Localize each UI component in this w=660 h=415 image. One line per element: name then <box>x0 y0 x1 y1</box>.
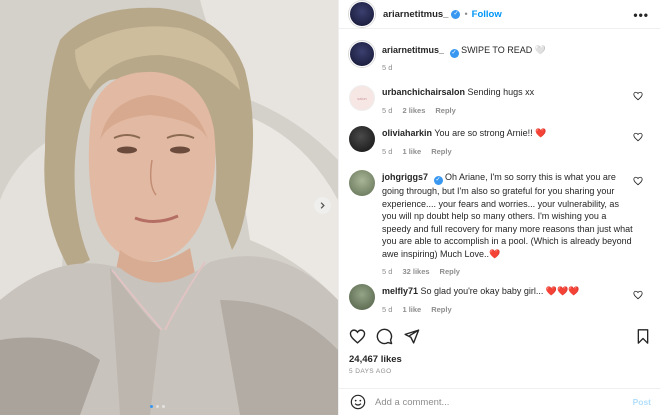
header-separator: • <box>464 9 468 19</box>
comment-item: johgriggs7 ✓ Oh Ariane, I'm so sorry thi… <box>349 170 649 279</box>
like-comment-heart-icon[interactable] <box>633 132 643 142</box>
carousel-dot <box>156 405 159 408</box>
caption-avatar[interactable] <box>349 41 375 67</box>
caption-text: SWIPE TO READ 🤍 <box>461 45 546 55</box>
comment-item: melfly71 So glad you're okay baby girl..… <box>349 284 649 316</box>
comment-username[interactable]: melfly71 <box>382 286 418 296</box>
carousel-next-button[interactable] <box>314 197 331 214</box>
likes-count[interactable]: 24,467 likes <box>349 354 402 365</box>
follow-button[interactable]: Follow <box>472 9 502 20</box>
caption-age: 5 d <box>382 63 393 72</box>
comment-text: Oh Ariane, I'm so sorry this is what you… <box>382 172 633 259</box>
comment-username[interactable]: oliviaharkin <box>382 128 432 138</box>
comment-text: So glad you're okay baby girl... ❤️❤️❤️ <box>420 286 580 296</box>
comment-likes[interactable]: 2 likes <box>402 105 425 118</box>
post-side-panel: ariarnetitmus_ ✓ • Follow ••• ariarnetit… <box>338 0 660 415</box>
chevron-right-icon <box>320 202 325 209</box>
author-avatar[interactable] <box>349 1 375 27</box>
share-icon[interactable] <box>403 328 420 345</box>
post-comment-button[interactable]: Post <box>633 397 651 407</box>
commenter-avatar[interactable] <box>349 284 375 310</box>
add-comment-bar: Post <box>339 388 660 415</box>
comment-username[interactable]: urbanchichairsalon <box>382 87 465 97</box>
comment-text: You are so strong Arnie!! ❤️ <box>434 128 547 138</box>
comment-age: 5 d <box>382 267 393 276</box>
like-comment-heart-icon[interactable] <box>633 290 643 300</box>
reply-button[interactable]: Reply <box>431 146 451 159</box>
comment-icon[interactable] <box>376 328 393 345</box>
like-comment-heart-icon[interactable] <box>633 91 643 101</box>
carousel-dot <box>150 405 153 408</box>
comment-likes[interactable]: 1 like <box>402 304 421 317</box>
reply-button[interactable]: Reply <box>431 304 451 317</box>
photo-scene <box>0 0 338 415</box>
heart-icon[interactable] <box>349 328 366 345</box>
post-header: ariarnetitmus_ ✓ • Follow ••• <box>339 0 660 29</box>
carousel-indicator <box>150 405 165 408</box>
comment-likes[interactable]: 32 likes <box>402 266 429 279</box>
verified-icon: ✓ <box>433 176 443 185</box>
post-photo[interactable] <box>0 0 338 415</box>
carousel-dot <box>162 405 165 408</box>
reply-button[interactable]: Reply <box>440 266 460 279</box>
more-options-icon[interactable]: ••• <box>633 8 649 22</box>
comment-input[interactable] <box>375 396 615 408</box>
verified-icon: ✓ <box>451 9 461 19</box>
emoji-icon[interactable] <box>350 394 366 410</box>
comment-item: oliviaharkin You are so strong Arnie!! ❤… <box>349 126 649 158</box>
commenter-avatar[interactable] <box>349 170 375 196</box>
comment-username[interactable]: johgriggs7 <box>382 172 428 182</box>
comment-item: salon urbanchichairsalon Sending hugs xx… <box>349 85 649 117</box>
caption-username[interactable]: ariarnetitmus_ <box>382 45 444 55</box>
post-date[interactable]: 5 DAYS AGO <box>349 368 392 375</box>
post-action-bar <box>349 326 651 346</box>
caption: ariarnetitmus_ ✓ SWIPE TO READ 🤍 5 d <box>349 41 649 75</box>
like-comment-heart-icon[interactable] <box>633 176 643 186</box>
verified-icon: ✓ <box>449 49 459 58</box>
comment-age: 5 d <box>382 146 393 156</box>
comment-text: Sending hugs xx <box>467 87 535 97</box>
comment-likes[interactable]: 1 like <box>402 146 421 159</box>
comment-age: 5 d <box>382 304 393 314</box>
bookmark-icon[interactable] <box>635 328 651 345</box>
commenter-avatar[interactable] <box>349 126 375 152</box>
commenter-avatar[interactable]: salon <box>349 85 375 111</box>
reply-button[interactable]: Reply <box>435 105 455 118</box>
author-username[interactable]: ariarnetitmus_ <box>383 9 448 20</box>
instagram-post-view: ariarnetitmus_ ✓ • Follow ••• ariarnetit… <box>0 0 660 415</box>
comment-age: 5 d <box>382 105 393 115</box>
